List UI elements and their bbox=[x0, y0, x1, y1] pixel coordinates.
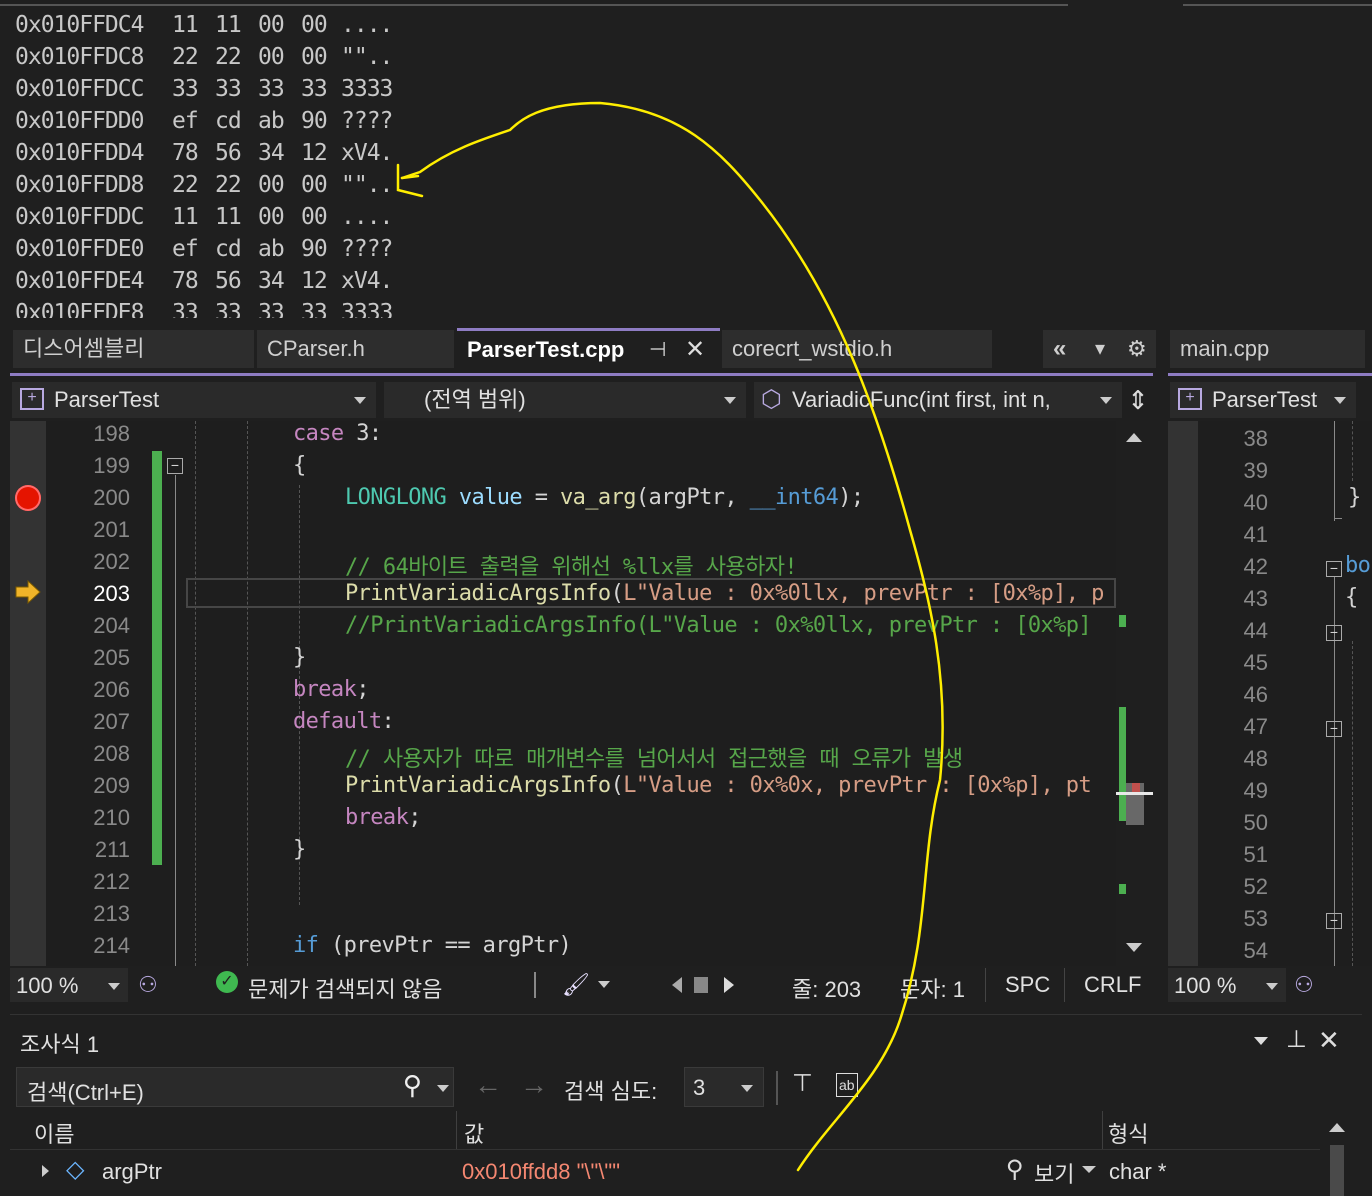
hand-drawn-annotation-arrow bbox=[396, 101, 944, 1172]
